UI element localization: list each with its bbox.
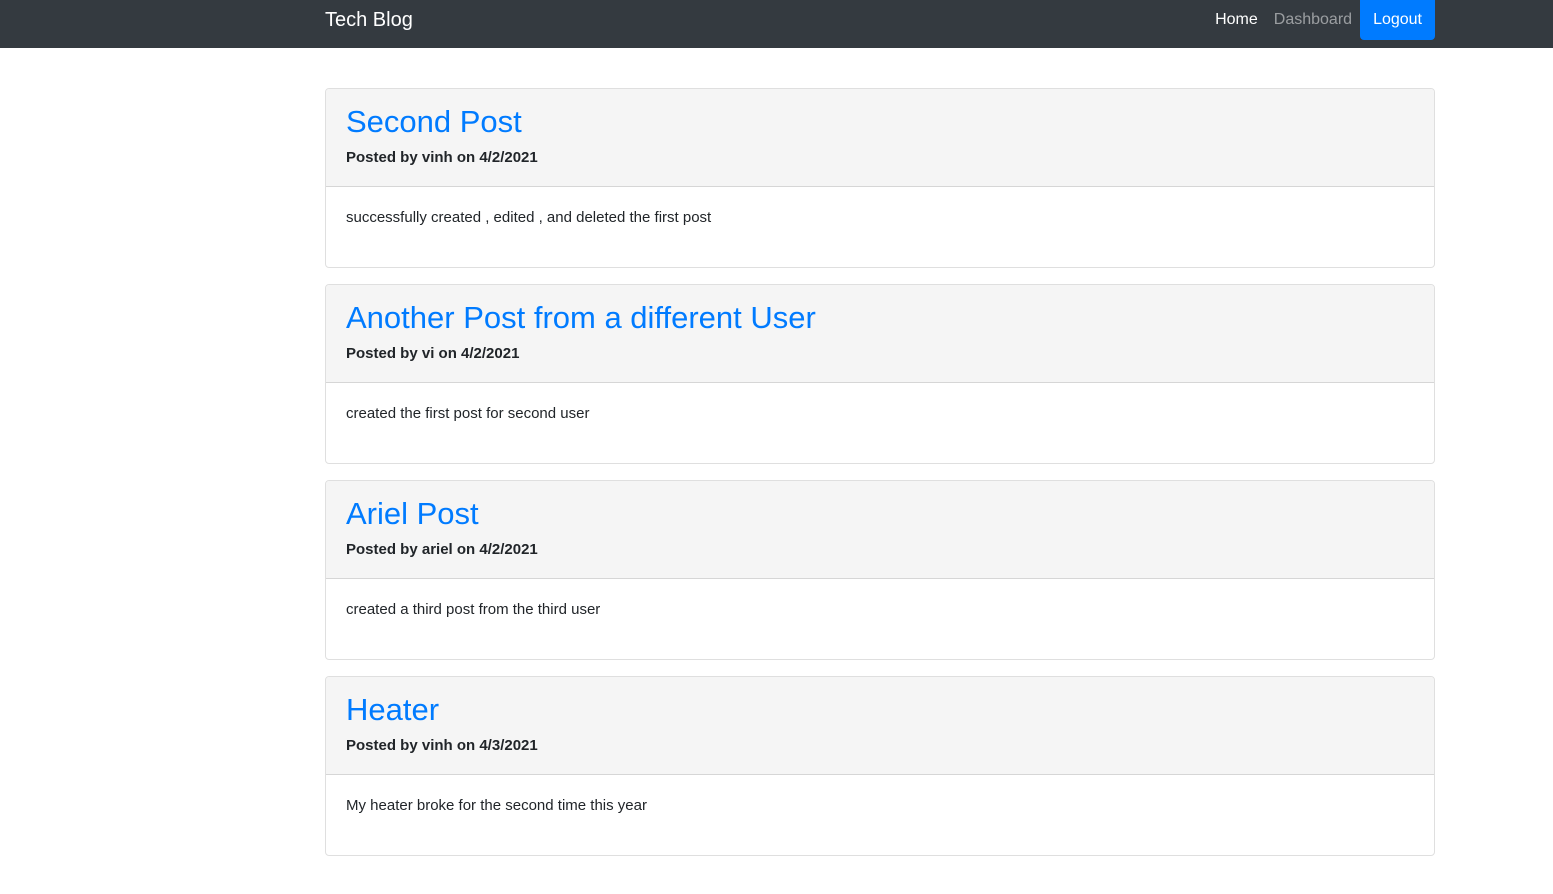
post-title-link[interactable]: Heater [346,691,439,729]
post-title-link[interactable]: Second Post [346,103,522,141]
post-title-link[interactable]: Another Post from a different User [346,299,816,337]
post-list: Second Post Posted by vinh on 4/2/2021 s… [325,88,1435,872]
post-meta: Posted by ariel on 4/2/2021 [346,541,538,558]
nav-dashboard-link[interactable]: Dashboard [1266,0,1360,40]
post-body: created a third post from the third user [346,601,601,618]
post-body: created the first post for second user [346,405,590,422]
logout-button[interactable]: Logout [1360,0,1435,40]
post-card: Ariel Post Posted by ariel on 4/2/2021 c… [325,480,1435,660]
post-card: Heater Posted by vinh on 4/3/2021 My hea… [325,676,1435,856]
post-card: Another Post from a different User Poste… [325,284,1435,464]
post-header: Ariel Post Posted by ariel on 4/2/2021 [326,481,1434,579]
post-title-link[interactable]: Ariel Post [346,495,479,533]
nav-links: Home Dashboard Logout [1207,0,1435,40]
post-meta: Posted by vinh on 4/3/2021 [346,737,538,754]
top-navbar: Tech Blog Home Dashboard Logout [0,0,1553,48]
post-meta: Posted by vi on 4/2/2021 [346,345,520,362]
post-card: Second Post Posted by vinh on 4/2/2021 s… [325,88,1435,268]
post-header: Second Post Posted by vinh on 4/2/2021 [326,89,1434,187]
nav-home-link[interactable]: Home [1207,0,1266,40]
post-meta: Posted by vinh on 4/2/2021 [346,149,538,166]
post-header: Heater Posted by vinh on 4/3/2021 [326,677,1434,775]
post-header: Another Post from a different User Poste… [326,285,1434,383]
brand-link[interactable]: Tech Blog [325,0,413,41]
post-body: successfully created , edited , and dele… [346,209,712,226]
post-body: My heater broke for the second time this… [346,797,647,814]
